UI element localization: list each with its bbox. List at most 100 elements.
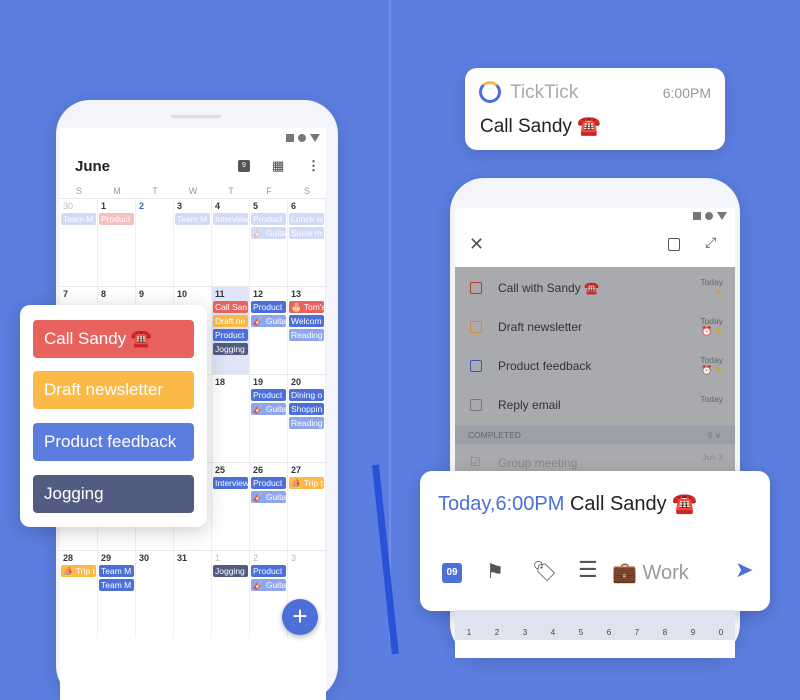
day-cell[interactable]: 4 Interview (212, 199, 250, 286)
calendar-event[interactable]: 🎸 Guita (251, 579, 286, 591)
calendar-event[interactable]: Jogging (213, 343, 248, 355)
day-cell[interactable]: 5 Product 🎸 Guita (250, 199, 288, 286)
calendar-event[interactable]: Product (99, 213, 134, 225)
calendar-event[interactable]: Reading (289, 329, 324, 341)
calendar-event[interactable]: Jogging (213, 565, 248, 577)
day-cell[interactable]: 12 Product 🎸 Guita (250, 287, 288, 374)
day-cell[interactable]: 2 (136, 199, 174, 286)
day-cell[interactable]: 19 Product 🎸 Guita (250, 375, 288, 462)
task-row[interactable]: Reply email Today (455, 386, 735, 424)
day-number: 5 (253, 201, 259, 211)
day-cell[interactable]: 26 Product 🎸 Guita (250, 463, 288, 550)
popup-item-product-feedback[interactable]: Product feedback (33, 423, 194, 461)
task-checkbox[interactable] (470, 321, 482, 333)
completed-header[interactable]: COMPLETED 6 ∨ (455, 426, 735, 444)
day-cell[interactable]: 28 ⛵ Trip t (60, 551, 98, 638)
day-cell[interactable]: 27 ⛵ Trip t (288, 463, 326, 550)
tag-icon[interactable]: 🏷 (532, 559, 557, 584)
task-checkbox[interactable] (470, 282, 482, 294)
day-cell[interactable]: 31 (174, 551, 212, 638)
day-cell[interactable]: 30 (136, 551, 174, 638)
calendar-event[interactable]: Product (251, 213, 286, 225)
calendar-event[interactable]: Team M (99, 579, 134, 591)
day-cell[interactable]: 13 🎂 Tom's Welcom Reading (288, 287, 326, 374)
date-picker-icon[interactable]: 09 (442, 563, 462, 583)
calendar-event[interactable]: Product (251, 565, 286, 577)
keyboard-key[interactable]: 7 (635, 628, 639, 640)
day-cell[interactable]: 25 Interview (212, 463, 250, 550)
task-row[interactable]: Call with Sandy ☎️ Today ★ (455, 269, 735, 307)
day-cell[interactable]: 11 Call San Draft ne Product Jogging (212, 287, 250, 374)
calendar-event[interactable]: Socia m (289, 227, 324, 239)
more-vert-icon[interactable]: ⋮ (307, 158, 320, 174)
keyboard-key[interactable]: 4 (551, 628, 555, 640)
day-cell[interactable]: 3 Team M (174, 199, 212, 286)
description-icon[interactable] (668, 238, 680, 251)
calendar-event[interactable]: Interview (213, 213, 248, 225)
calendar-event[interactable]: Welcom (289, 315, 324, 327)
keyboard-key[interactable]: 5 (579, 628, 583, 640)
day-number: 9 (139, 289, 145, 299)
calendar-event[interactable]: 🎸 Guita (251, 315, 286, 327)
calendar-event[interactable]: Product (251, 477, 286, 489)
calendar-event[interactable]: Shoppin (289, 403, 324, 415)
checked-icon[interactable]: ☑ (470, 455, 481, 469)
day-cell[interactable]: 20 Dining o Shoppin Reading (288, 375, 326, 462)
keyboard-key[interactable]: 1 (467, 628, 471, 640)
calendar-event[interactable]: 🎸 Guita (251, 491, 286, 503)
close-icon[interactable]: ✕ (469, 234, 484, 255)
day-cell[interactable]: 30 Team M (60, 199, 98, 286)
calendar-event[interactable]: 🎸 Guita (251, 403, 286, 415)
calendar-event[interactable]: Dining o (289, 389, 324, 401)
keyboard-key[interactable]: 3 (523, 628, 527, 640)
keyboard-key[interactable]: 8 (663, 628, 667, 640)
calendar-event[interactable]: ⛵ Trip t (61, 565, 96, 577)
task-meta-icons: ⏰ ★ (701, 365, 723, 375)
day-cell[interactable]: 1 Product (98, 199, 136, 286)
task-checkbox[interactable] (470, 399, 482, 411)
priority-flag-icon[interactable]: ⚑ (486, 559, 504, 584)
calendar-event[interactable]: Product (251, 301, 286, 313)
calendar-event[interactable]: Team M (99, 565, 134, 577)
list-selector[interactable]: 💼 Work (612, 560, 689, 585)
day-cell[interactable]: 6 Lunch w Socia m (288, 199, 326, 286)
task-title: Product feedback (498, 359, 592, 373)
day-cell[interactable]: 1 Jogging (212, 551, 250, 638)
calendar-event[interactable]: Product (213, 329, 248, 341)
day-cell[interactable]: 29 Team M Team M (98, 551, 136, 638)
task-date: Today (700, 316, 723, 326)
calendar-event[interactable]: Team M (175, 213, 210, 225)
expand-icon[interactable]: ⤢ (705, 234, 716, 251)
add-task-button[interactable]: + (282, 599, 318, 635)
calendar-event[interactable]: Interview (213, 477, 248, 489)
keyboard-key[interactable]: 0 (719, 628, 723, 640)
grid-view-icon[interactable]: ▦ (272, 158, 284, 174)
completed-count: 6 ∨ (707, 430, 721, 440)
calendar-event[interactable]: ⛵ Trip t (289, 477, 324, 489)
quick-add-input[interactable]: Today,6:00PM Call Sandy ☎️ (438, 491, 697, 516)
keyboard-key[interactable]: 2 (495, 628, 499, 640)
calendar-event[interactable]: 🎂 Tom's (289, 301, 324, 313)
calendar-event[interactable]: Draft ne (213, 315, 248, 327)
send-icon[interactable]: ➤ (735, 557, 753, 583)
calendar-event[interactable]: Call San (213, 301, 248, 313)
calendar-today-icon[interactable]: 9 (238, 160, 250, 172)
calendar-event[interactable]: 🎸 Guita (251, 227, 286, 239)
calendar-event[interactable]: Lunch w (289, 213, 324, 225)
calendar-event[interactable]: Team M (61, 213, 96, 225)
task-checkbox[interactable] (470, 360, 482, 372)
popup-item-draft-newsletter[interactable]: Draft newsletter (33, 371, 194, 409)
popup-item-jogging[interactable]: Jogging (33, 475, 194, 513)
calendar-event[interactable]: Reading (289, 417, 324, 429)
keyboard-key[interactable]: 9 (691, 628, 695, 640)
task-row[interactable]: Draft newsletter Today ⏰ ★ (455, 308, 735, 346)
day-cell[interactable]: 18 (212, 375, 250, 462)
day-number: 11 (215, 289, 225, 299)
popup-item-call-sandy[interactable]: Call Sandy ☎️ (33, 320, 194, 358)
calendar-event[interactable]: Product (251, 389, 286, 401)
keyboard-key[interactable]: 6 (607, 628, 611, 640)
list-icon[interactable]: ☰ (578, 557, 598, 583)
task-row[interactable]: Product feedback Today ⏰ ★ (455, 347, 735, 385)
day-cell[interactable]: 2 Product 🎸 Guita (250, 551, 288, 638)
notification-card[interactable]: TickTick 6:00PM Call Sandy ☎️ (465, 68, 725, 150)
